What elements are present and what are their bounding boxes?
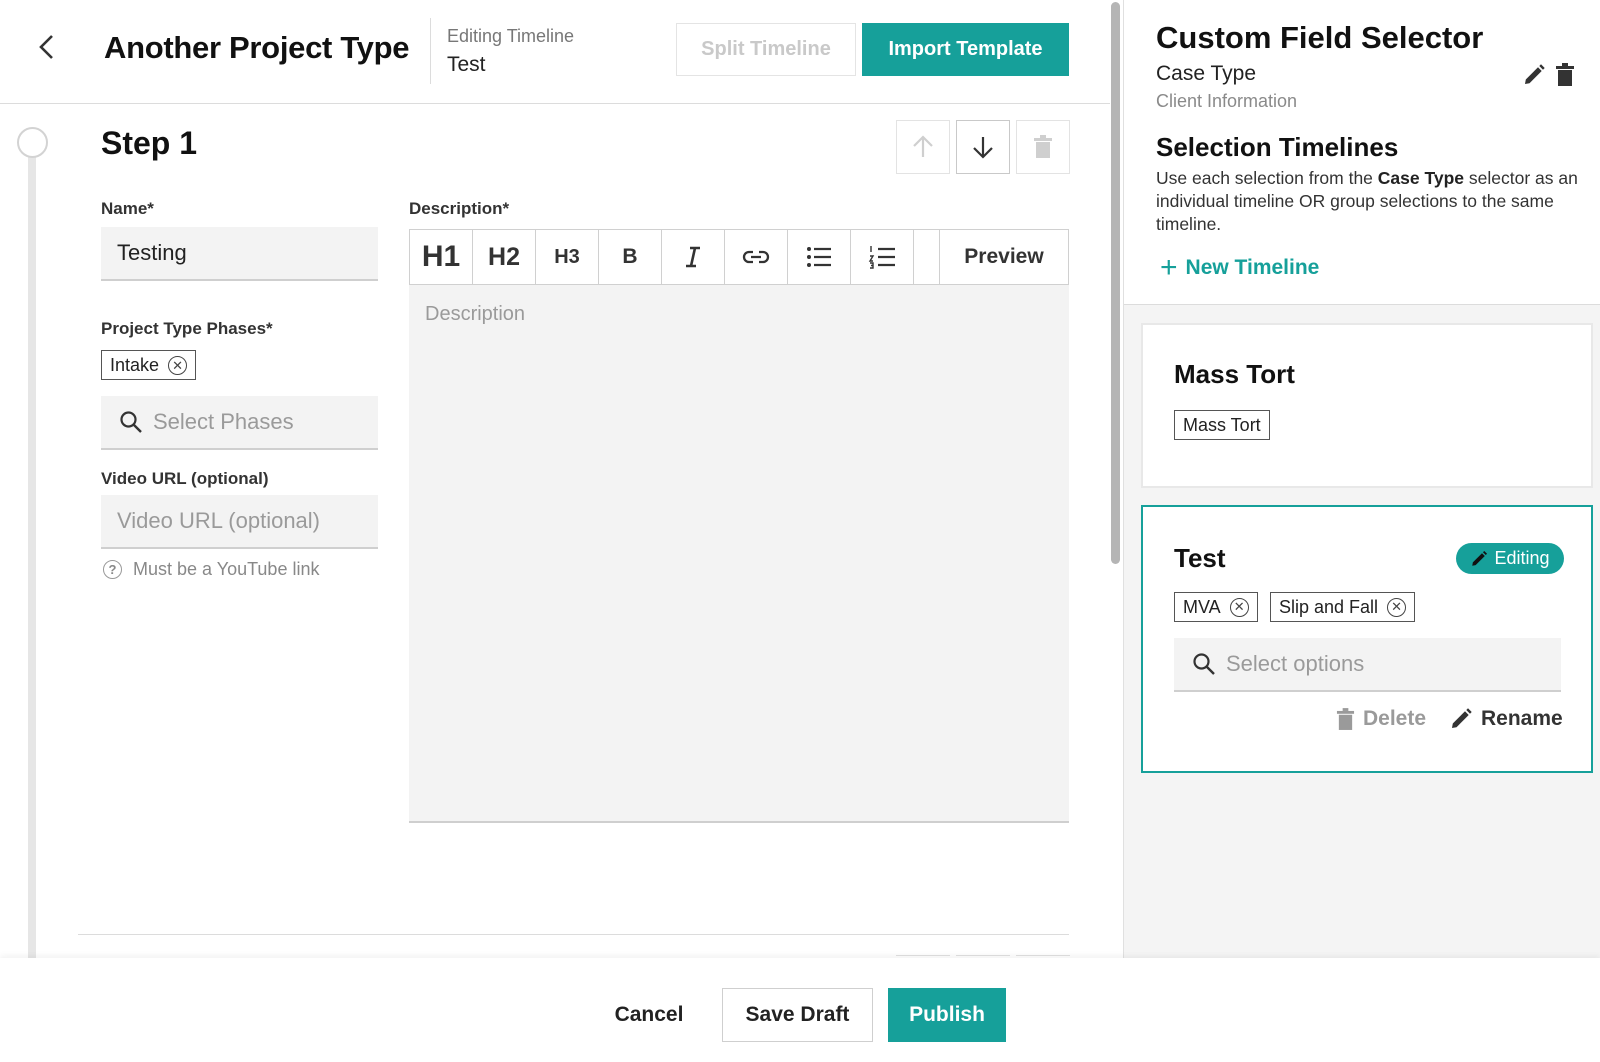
numbered-list-button[interactable]	[851, 230, 914, 284]
panel-title: Custom Field Selector	[1156, 20, 1484, 55]
description-editor	[409, 285, 1069, 823]
rename-timeline-button[interactable]: Rename	[1449, 707, 1563, 731]
description-label: Description*	[409, 199, 510, 218]
move-step-down-button[interactable]	[956, 120, 1010, 174]
chevron-left-icon	[39, 35, 53, 59]
numbered-list-icon	[868, 246, 895, 269]
step-timeline-dot	[17, 127, 48, 158]
editor-main: Another Project Type Editing Timeline Te…	[0, 0, 1120, 958]
editing-badge-label: Editing	[1494, 548, 1550, 568]
link-button[interactable]	[725, 230, 788, 284]
delete-field-button[interactable]	[1552, 62, 1578, 88]
arrow-down-icon	[973, 137, 993, 159]
action-footer: Cancel Save Draft Publish	[0, 958, 1600, 1062]
heading1-button[interactable]: H1	[410, 230, 473, 284]
editing-timeline-label: Editing Timeline	[447, 26, 575, 46]
italic-button[interactable]	[662, 230, 725, 284]
timeline-card-active[interactable]: Test Editing MVA ✕ Slip and Fall ✕ Delet…	[1141, 505, 1593, 773]
option-chip[interactable]: MVA ✕	[1174, 592, 1258, 622]
plus-icon: +	[1160, 251, 1178, 284]
option-chip-label: Mass Tort	[1183, 414, 1261, 435]
video-url-label: Video URL (optional)	[101, 469, 269, 488]
arrow-up-icon	[913, 135, 933, 157]
options-search-wrap	[1174, 638, 1561, 692]
phases-search-wrap	[101, 396, 378, 450]
timeline-card-title: Mass Tort	[1174, 359, 1295, 389]
selection-timelines-title: Selection Timelines	[1156, 132, 1399, 162]
desc-text: Use each selection from the	[1156, 168, 1378, 188]
page-title: Another Project Type	[104, 30, 410, 65]
title-divider	[430, 18, 431, 84]
trash-icon	[1034, 135, 1052, 158]
import-template-button[interactable]: Import Template	[862, 23, 1069, 76]
split-timeline-button[interactable]: Split Timeline	[676, 23, 856, 76]
trash-icon	[1556, 63, 1574, 86]
option-chip: Mass Tort	[1174, 410, 1270, 440]
name-label: Name*	[101, 199, 154, 218]
edit-field-button[interactable]	[1521, 62, 1547, 88]
bulleted-list-button[interactable]	[788, 230, 851, 284]
panel-header: Custom Field Selector Case Type Client I…	[1124, 0, 1600, 305]
back-button[interactable]	[30, 30, 64, 64]
move-step-up-button[interactable]	[896, 120, 950, 174]
step-timeline-line	[28, 156, 36, 958]
selection-timelines-description: Use each selection from the Case Type se…	[1156, 167, 1581, 236]
new-timeline-button[interactable]: + New Timeline	[1160, 253, 1319, 283]
phase-chip[interactable]: Intake ✕	[101, 350, 197, 380]
help-icon: ?	[103, 560, 122, 579]
video-url-wrap	[101, 495, 378, 549]
remove-chip-icon[interactable]: ✕	[1229, 597, 1249, 617]
remove-chip-icon[interactable]: ✕	[168, 355, 188, 375]
bulleted-list-icon	[807, 247, 831, 267]
heading3-button[interactable]: H3	[536, 230, 599, 284]
name-field[interactable]	[101, 227, 378, 279]
step-divider	[78, 934, 1069, 935]
pencil-icon	[1449, 707, 1473, 731]
save-draft-button[interactable]: Save Draft	[722, 988, 873, 1042]
phase-chip-label: Intake	[110, 354, 160, 375]
name-field-wrap	[101, 227, 378, 281]
trash-icon	[1336, 707, 1355, 731]
delete-timeline-button[interactable]: Delete	[1336, 707, 1426, 731]
timeline-card-title: Test	[1174, 543, 1226, 573]
desc-bold: Case Type	[1377, 168, 1465, 188]
publish-button[interactable]: Publish	[888, 988, 1006, 1042]
search-icon	[120, 411, 142, 433]
toolbar-spacer	[914, 230, 940, 284]
video-url-input[interactable]	[101, 495, 378, 547]
custom-field-panel: Custom Field Selector Case Type Client I…	[1123, 0, 1600, 958]
options-search-input[interactable]	[1226, 638, 1561, 690]
cancel-button[interactable]: Cancel	[600, 988, 698, 1042]
field-group: Client Information	[1156, 91, 1298, 111]
delete-step-button[interactable]	[1016, 120, 1070, 174]
step-title: Step 1	[101, 125, 198, 161]
markdown-toolbar: H1 H2 H3 B Preview	[409, 229, 1069, 285]
editing-badge: Editing	[1456, 543, 1564, 574]
option-chip-label: MVA	[1183, 596, 1221, 617]
video-url-hint: ? Must be a YouTube link	[103, 559, 319, 580]
editing-timeline-value: Test	[447, 53, 486, 76]
page-header: Another Project Type Editing Timeline Te…	[0, 0, 1110, 104]
field-name: Case Type	[1156, 62, 1257, 85]
remove-chip-icon[interactable]: ✕	[1387, 597, 1407, 617]
preview-button[interactable]: Preview	[940, 230, 1068, 284]
bold-button[interactable]: B	[599, 230, 662, 284]
pencil-icon	[1525, 64, 1545, 84]
rename-timeline-label: Rename	[1481, 707, 1563, 730]
video-url-hint-text: Must be a YouTube link	[133, 559, 320, 579]
delete-timeline-label: Delete	[1363, 707, 1427, 730]
new-timeline-label: New Timeline	[1185, 256, 1320, 279]
description-textarea[interactable]	[409, 285, 1069, 821]
option-chip-label: Slip and Fall	[1279, 596, 1379, 617]
search-icon	[1193, 653, 1215, 675]
heading2-button[interactable]: H2	[473, 230, 536, 284]
phases-search-input[interactable]	[143, 396, 378, 448]
timeline-card[interactable]: Mass Tort Mass Tort	[1141, 323, 1593, 488]
italic-icon	[686, 246, 700, 268]
scrollbar-thumb[interactable]	[1111, 2, 1120, 564]
link-icon	[742, 250, 770, 264]
option-chip[interactable]: Slip and Fall ✕	[1270, 592, 1416, 622]
phases-label: Project Type Phases*	[101, 319, 273, 338]
pencil-icon	[1470, 550, 1488, 568]
